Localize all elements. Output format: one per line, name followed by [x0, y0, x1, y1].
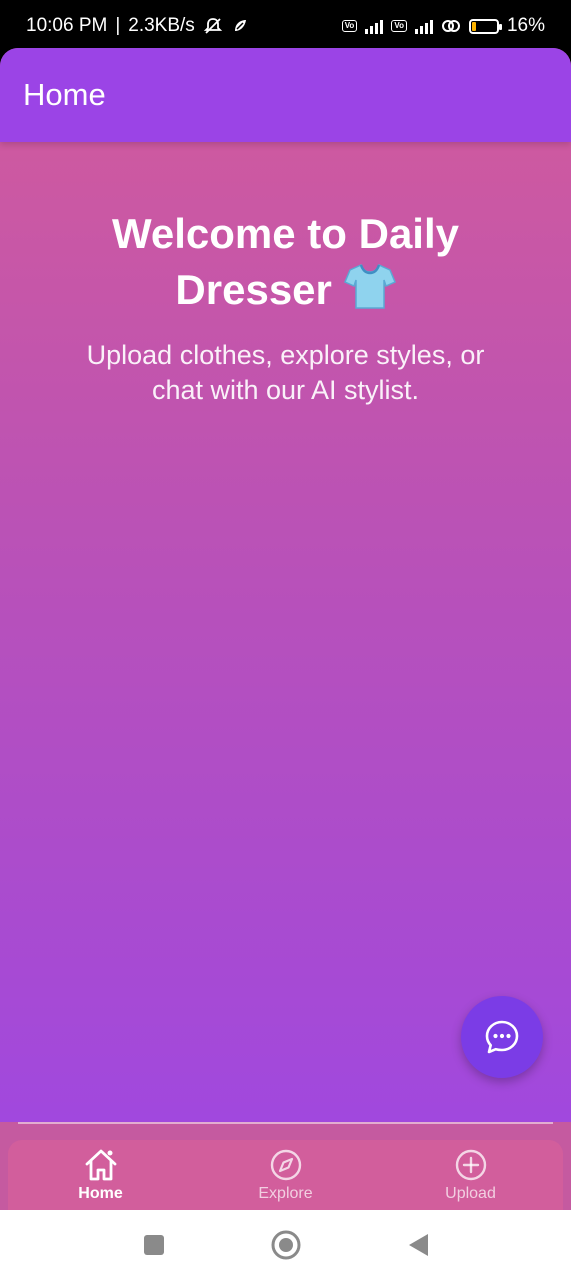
back-triangle-icon[interactable] — [406, 1232, 430, 1258]
chat-fab-button[interactable] — [461, 996, 543, 1078]
welcome-subtitle: Upload clothes, explore styles, or chat … — [86, 340, 485, 405]
compass-icon — [270, 1149, 301, 1180]
signal-icon — [414, 18, 433, 34]
bottom-nav-bar: Home Explore Upload — [8, 1140, 563, 1210]
hotspot-icon — [441, 17, 461, 35]
status-left: 10:06 PM | 2.3KB/s — [26, 15, 249, 37]
welcome-section: Welcome to Daily Dresser Upload clothes,… — [0, 206, 571, 408]
status-bar: 10:06 PM | 2.3KB/s Vo Vo 16% — [0, 0, 571, 52]
volte-icon: Vo — [341, 20, 358, 32]
battery-icon — [468, 18, 502, 34]
nav-item-upload[interactable]: Upload — [411, 1148, 531, 1203]
bottom-navigation: Home Explore Upload — [0, 1122, 571, 1210]
app-bar: Home — [0, 48, 571, 142]
nav-label-home: Home — [78, 1184, 123, 1202]
status-right: Vo Vo 16% — [341, 15, 545, 37]
nav-item-explore[interactable]: Explore — [226, 1148, 346, 1203]
network-speed: 2.3KB/s — [128, 15, 195, 36]
battery-fill — [471, 21, 476, 31]
nav-label-upload: Upload — [445, 1184, 496, 1202]
welcome-title-text: Welcome to Daily Dresser — [112, 210, 459, 313]
welcome-title: Welcome to Daily Dresser — [60, 206, 511, 324]
system-navigation-bar — [0, 1210, 571, 1280]
volte-icon: Vo — [391, 20, 407, 32]
mute-icon — [203, 16, 223, 36]
chat-bubble-icon — [485, 1020, 519, 1054]
nav-label-explore: Explore — [258, 1184, 313, 1202]
nav-item-home[interactable]: Home — [41, 1148, 161, 1203]
home-circle-icon[interactable] — [270, 1229, 302, 1261]
t-shirt-icon — [343, 262, 396, 324]
plus-circle-icon — [455, 1149, 486, 1180]
battery-percent: 16% — [506, 15, 545, 36]
nav-divider — [18, 1122, 553, 1124]
5g-signal-icon — [365, 18, 384, 34]
status-separator: | — [115, 15, 121, 36]
status-time: 10:06 PM — [26, 15, 108, 36]
page-title: Home — [23, 77, 106, 112]
home-icon — [85, 1149, 116, 1180]
app-screen: Home Welcome to Daily Dresser Upload clo… — [0, 48, 571, 1210]
recents-square-icon[interactable] — [142, 1233, 166, 1257]
sync-icon — [231, 17, 249, 35]
